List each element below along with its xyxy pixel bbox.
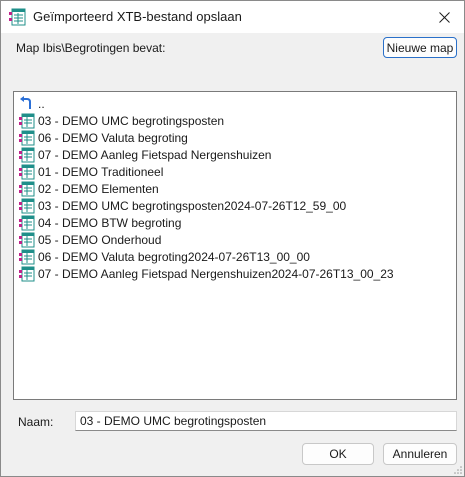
budget-file-icon — [19, 249, 35, 264]
up-folder-icon — [20, 95, 31, 109]
window-title: Geïmporteerd XTB-bestand opslaan — [33, 9, 242, 24]
close-button[interactable] — [426, 1, 462, 33]
budget-file-icon — [19, 147, 35, 162]
folder-contents-label: Map Ibis\Begrotingen bevat: — [16, 41, 166, 55]
list-item[interactable]: 06 - DEMO Valuta begroting2024-07-26T13_… — [19, 248, 310, 265]
list-item[interactable]: 07 - DEMO Aanleg Fietspad Nergenshuizen — [19, 146, 271, 163]
spreadsheet-app-icon — [9, 8, 26, 26]
budget-file-icon — [19, 198, 35, 213]
budget-file-icon — [19, 232, 35, 247]
file-list[interactable]: .. 03 - DEMO UMC begrotingsposten 06 - D… — [13, 91, 457, 400]
list-item[interactable]: 06 - DEMO Valuta begroting — [19, 129, 188, 146]
name-label: Naam: — [18, 415, 54, 429]
filename-input[interactable] — [75, 411, 457, 431]
budget-file-icon — [19, 164, 35, 179]
budget-file-icon — [19, 181, 35, 196]
cancel-button[interactable]: Annuleren — [383, 443, 457, 465]
budget-file-icon — [19, 215, 35, 230]
ok-button[interactable]: OK — [302, 443, 374, 465]
list-item-parent-folder[interactable]: .. — [19, 95, 45, 112]
list-item[interactable]: 05 - DEMO Onderhoud — [19, 231, 161, 248]
close-icon — [438, 11, 450, 23]
list-item[interactable]: 04 - DEMO BTW begroting — [19, 214, 181, 231]
resize-grip[interactable] — [453, 465, 463, 475]
title-bar: Geïmporteerd XTB-bestand opslaan — [1, 1, 464, 33]
list-item[interactable]: 03 - DEMO UMC begrotingsposten — [19, 112, 224, 129]
list-item[interactable]: 01 - DEMO Traditioneel — [19, 163, 163, 180]
new-folder-button[interactable]: Nieuwe map — [383, 37, 457, 58]
list-item[interactable]: 03 - DEMO UMC begrotingsposten2024-07-26… — [19, 197, 346, 214]
budget-file-icon — [19, 130, 35, 145]
budget-file-icon — [19, 113, 35, 128]
save-dialog: Geïmporteerd XTB-bestand opslaan Map Ibi… — [0, 0, 465, 477]
list-item[interactable]: 02 - DEMO Elementen — [19, 180, 159, 197]
list-item[interactable]: 07 - DEMO Aanleg Fietspad Nergenshuizen2… — [19, 265, 394, 282]
budget-file-icon — [19, 266, 35, 281]
